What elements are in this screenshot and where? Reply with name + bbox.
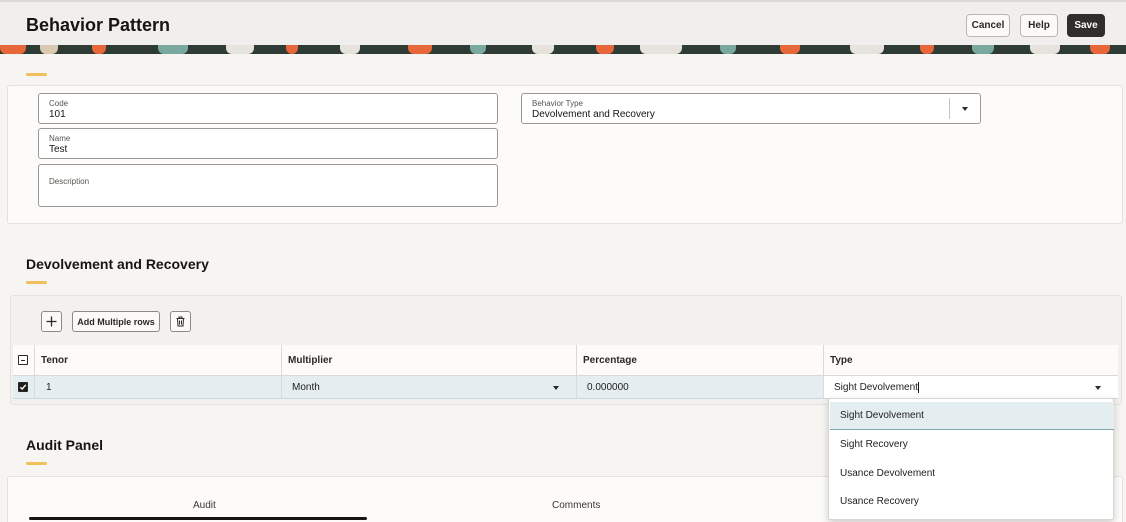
row-checkbox[interactable] [18, 382, 28, 392]
column-header-tenor[interactable]: Tenor [34, 345, 281, 375]
tab-audit[interactable]: Audit [193, 500, 216, 511]
name-field[interactable]: Name Test [38, 128, 498, 159]
trash-icon [176, 316, 185, 327]
devolvement-section-title: Devolvement and Recovery [26, 256, 209, 272]
delete-row-button[interactable] [170, 311, 191, 332]
tenor-cell[interactable]: 1 [34, 376, 281, 398]
chevron-down-icon[interactable] [553, 386, 559, 390]
check-icon [19, 384, 27, 391]
audit-panel-title: Audit Panel [26, 437, 104, 453]
chevron-down-icon[interactable] [1095, 386, 1101, 390]
save-button[interactable]: Save [1067, 14, 1105, 37]
text-cursor [917, 381, 919, 393]
table-row[interactable]: 1 Month 0.000000 Sight Devolvement [13, 376, 1118, 399]
tab-comments[interactable]: Comments [552, 500, 600, 511]
grid-header: Tenor Multiplier Percentage Type [13, 345, 1118, 376]
select-divider [949, 98, 950, 119]
cancel-button[interactable]: Cancel [966, 14, 1010, 37]
dropdown-option[interactable]: Usance Recovery [830, 487, 1114, 515]
type-value: Sight Devolvement [834, 381, 918, 393]
code-label: Code [49, 99, 69, 108]
section-accent [26, 73, 47, 76]
add-multiple-rows-button[interactable]: Add Multiple rows [72, 311, 160, 332]
section-accent [26, 281, 47, 284]
behavior-type-value: Devolvement and Recovery [532, 109, 655, 120]
column-header-percentage[interactable]: Percentage [576, 345, 823, 375]
select-all-checkbox[interactable] [18, 355, 28, 365]
decorative-banner [0, 45, 1126, 54]
section-accent [26, 462, 47, 465]
dropdown-option[interactable]: Sight Devolvement [830, 402, 1114, 430]
add-row-button[interactable] [41, 311, 62, 332]
page-title: Behavior Pattern [26, 15, 171, 35]
behavior-type-label: Behavior Type [532, 99, 583, 108]
type-dropdown-list: Sight Devolvement Sight Recovery Usance … [828, 398, 1114, 520]
name-label: Name [49, 134, 71, 143]
description-field[interactable]: Description [38, 164, 498, 207]
help-button[interactable]: Help [1020, 14, 1058, 37]
percentage-cell[interactable]: 0.000000 [576, 376, 823, 398]
chevron-down-icon[interactable] [962, 107, 968, 111]
dropdown-option[interactable]: Sight Recovery [830, 430, 1114, 458]
multiplier-value: Month [292, 381, 320, 393]
type-select[interactable]: Sight Devolvement [823, 376, 1118, 398]
multiplier-select[interactable]: Month [281, 376, 576, 398]
column-header-multiplier[interactable]: Multiplier [281, 345, 576, 375]
description-label: Description [49, 177, 90, 186]
name-value: Test [49, 144, 68, 155]
behavior-type-select[interactable]: Behavior Type Devolvement and Recovery [521, 93, 981, 124]
column-header-type[interactable]: Type [823, 345, 1118, 375]
active-tab-indicator [29, 517, 367, 520]
plus-icon [46, 316, 57, 327]
dropdown-option[interactable]: Usance Devolvement [830, 459, 1114, 487]
code-field[interactable]: Code 101 [38, 93, 498, 124]
code-value: 101 [49, 109, 66, 120]
